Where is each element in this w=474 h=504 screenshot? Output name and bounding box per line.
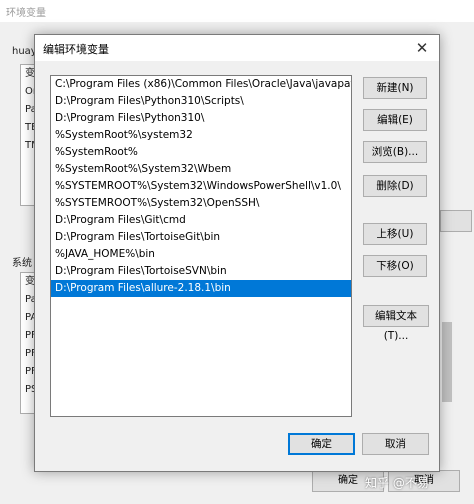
list-item[interactable]: D:\Program Files\Python310\Scripts\ — [51, 93, 351, 110]
cancel-button[interactable]: 取消 — [362, 433, 429, 455]
browse-button[interactable]: 浏览(B)... — [363, 141, 427, 163]
list-item[interactable]: Pa — [21, 291, 37, 309]
list-item[interactable]: D:\Program Files\TortoiseSVN\bin — [51, 263, 351, 280]
list-item[interactable]: %SystemRoot% — [51, 144, 351, 161]
list-item[interactable]: PF — [21, 363, 37, 381]
system-group-label: 系统 — [12, 258, 32, 269]
new-button[interactable]: 新建(N) — [363, 77, 427, 99]
dialog-titlebar: 编辑环境变量 ✕ — [35, 35, 439, 61]
user-delete-button[interactable] — [440, 210, 472, 232]
list-item[interactable]: D:\Program Files\Python310\ — [51, 110, 351, 127]
list-item[interactable]: PF — [21, 327, 37, 345]
list-item[interactable]: Pa — [21, 101, 37, 119]
list-item[interactable]: On — [21, 83, 39, 101]
ok-button[interactable]: 确定 — [288, 433, 355, 455]
list-item[interactable]: TE — [21, 119, 37, 137]
parent-title: 环境变量 — [6, 8, 46, 19]
system-list-scrollbar[interactable] — [440, 272, 454, 462]
close-icon[interactable]: ✕ — [411, 37, 433, 59]
dialog-title: 编辑环境变量 — [43, 43, 109, 56]
list-item[interactable]: D:\Program Files\allure-2.18.1\bin — [51, 280, 351, 297]
list-item[interactable]: D:\Program Files\TortoiseGit\bin — [51, 229, 351, 246]
list-item[interactable]: C:\Program Files (x86)\Common Files\Orac… — [51, 76, 351, 93]
scrollbar-thumb[interactable] — [442, 322, 452, 402]
list-item[interactable]: D:\Program Files\Git\cmd — [51, 212, 351, 229]
delete-button[interactable]: 删除(D) — [363, 175, 427, 197]
path-list[interactable]: C:\Program Files (x86)\Common Files\Orac… — [50, 75, 352, 417]
list-item[interactable]: %SYSTEMROOT%\System32\OpenSSH\ — [51, 195, 351, 212]
edit-button[interactable]: 编辑(E) — [363, 109, 427, 131]
list-item[interactable]: TM — [21, 137, 40, 155]
list-item[interactable]: PA — [21, 309, 37, 327]
parent-titlebar: 环境变量 — [0, 0, 474, 22]
list-item[interactable]: %SystemRoot%\System32\Wbem — [51, 161, 351, 178]
edit-text-button[interactable]: 编辑文本(T)... — [363, 305, 429, 342]
list-item[interactable]: PF — [21, 345, 37, 363]
move-down-button[interactable]: 下移(O) — [363, 255, 427, 277]
list-item[interactable]: %JAVA_HOME%\bin — [51, 246, 351, 263]
list-item[interactable]: 变 — [21, 65, 35, 83]
list-item[interactable]: PS — [21, 381, 37, 399]
move-up-button[interactable]: 上移(U) — [363, 223, 427, 245]
list-item[interactable]: %SystemRoot%\system32 — [51, 127, 351, 144]
list-item[interactable]: %SYSTEMROOT%\System32\WindowsPowerShell\… — [51, 178, 351, 195]
watermark: 知乎 @不易 — [365, 476, 429, 490]
edit-env-dialog: 编辑环境变量 ✕ C:\Program Files (x86)\Common F… — [34, 34, 440, 472]
list-item[interactable]: 变 — [21, 273, 35, 291]
